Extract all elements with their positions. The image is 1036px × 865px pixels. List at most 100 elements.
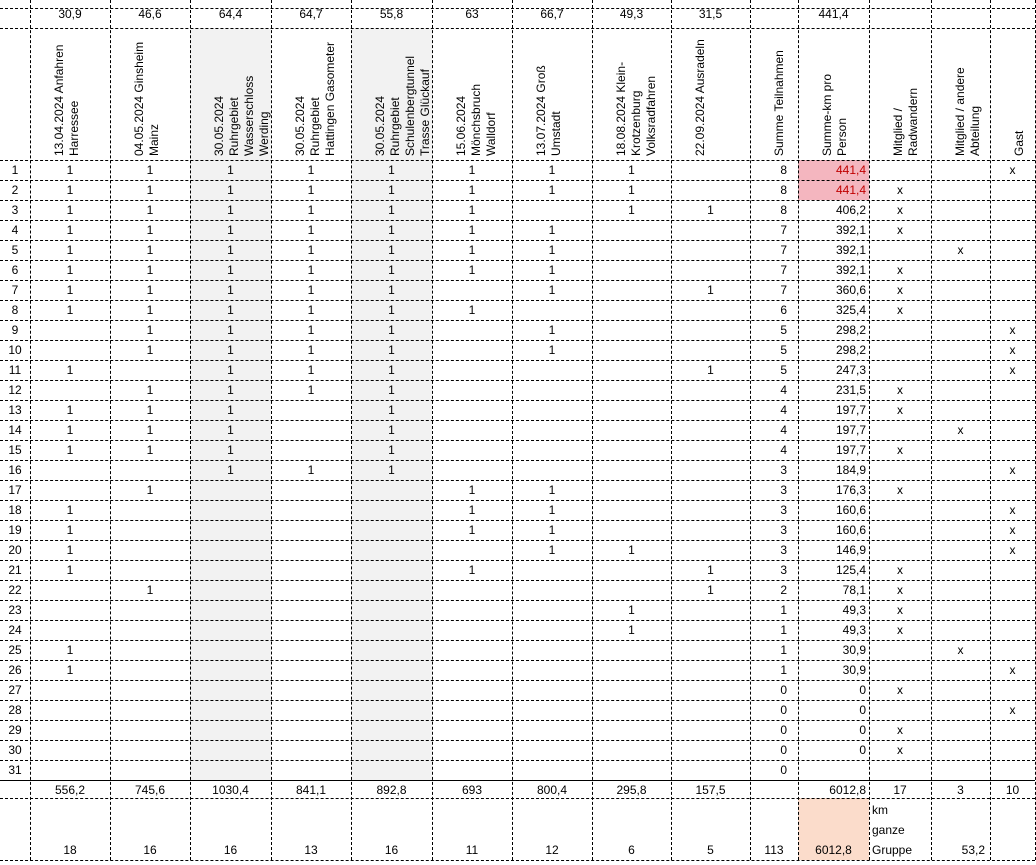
participation-cell[interactable]: 1 bbox=[351, 400, 432, 420]
km-per-person-cell[interactable]: 392,1 bbox=[798, 220, 866, 240]
member-cell[interactable]: x bbox=[869, 220, 931, 240]
participation-cell[interactable]: 1 bbox=[671, 580, 750, 600]
participation-cell[interactable]: 1 bbox=[110, 220, 190, 240]
participation-cell[interactable]: 1 bbox=[271, 280, 351, 300]
sum-participation-cell[interactable]: 8 bbox=[750, 200, 787, 220]
member-cell[interactable]: x bbox=[869, 480, 931, 500]
participation-cell[interactable]: 1 bbox=[432, 260, 512, 280]
km-per-person-cell[interactable]: 146,9 bbox=[798, 540, 866, 560]
member-cell[interactable]: x bbox=[869, 180, 931, 200]
participation-cell[interactable]: 1 bbox=[190, 320, 271, 340]
km-per-person-cell[interactable]: 247,3 bbox=[798, 360, 866, 380]
member-cell[interactable]: x bbox=[869, 580, 931, 600]
participation-cell[interactable]: 1 bbox=[271, 160, 351, 180]
participation-cell[interactable]: 1 bbox=[30, 560, 110, 580]
participation-cell[interactable]: 1 bbox=[271, 200, 351, 220]
participant-count-cell[interactable]: 16 bbox=[190, 840, 271, 860]
participation-cell[interactable]: 1 bbox=[271, 360, 351, 380]
member-cell[interactable]: x bbox=[869, 380, 931, 400]
sum-participation-cell[interactable]: 0 bbox=[750, 720, 787, 740]
participation-cell[interactable]: 1 bbox=[271, 300, 351, 320]
km-per-person-cell[interactable]: 360,6 bbox=[798, 280, 866, 300]
total-km-cell[interactable]: 157,5 bbox=[671, 780, 750, 800]
sum-participation-cell[interactable]: 5 bbox=[750, 360, 787, 380]
total-km-cell[interactable]: 892,8 bbox=[351, 780, 432, 800]
participant-count-cell[interactable]: 16 bbox=[110, 840, 190, 860]
member-cell[interactable]: x bbox=[869, 280, 931, 300]
participation-cell[interactable]: 1 bbox=[190, 260, 271, 280]
participation-cell[interactable]: 1 bbox=[671, 200, 750, 220]
participation-cell[interactable]: 1 bbox=[190, 420, 271, 440]
guest-cell[interactable]: x bbox=[990, 340, 1035, 360]
total-km-cell[interactable]: 841,1 bbox=[271, 780, 351, 800]
participation-cell[interactable]: 1 bbox=[30, 160, 110, 180]
guest-cell[interactable]: x bbox=[990, 320, 1035, 340]
sum-participation-cell[interactable]: 8 bbox=[750, 160, 787, 180]
participation-cell[interactable]: 1 bbox=[351, 180, 432, 200]
km-per-person-cell[interactable]: 197,7 bbox=[798, 400, 866, 420]
participation-cell[interactable]: 1 bbox=[512, 220, 592, 240]
participation-cell[interactable]: 1 bbox=[271, 380, 351, 400]
guest-cell[interactable]: x bbox=[990, 520, 1035, 540]
guest-cell[interactable]: x bbox=[990, 700, 1035, 720]
participation-cell[interactable]: 1 bbox=[512, 520, 592, 540]
participation-cell[interactable]: 1 bbox=[30, 640, 110, 660]
sum-participation-cell[interactable]: 0 bbox=[750, 680, 787, 700]
participation-cell[interactable]: 1 bbox=[30, 500, 110, 520]
participation-cell[interactable]: 1 bbox=[271, 260, 351, 280]
participation-cell[interactable]: 1 bbox=[110, 400, 190, 420]
participation-cell[interactable]: 1 bbox=[351, 420, 432, 440]
sum-participation-cell[interactable]: 5 bbox=[750, 340, 787, 360]
participation-cell[interactable]: 1 bbox=[110, 300, 190, 320]
km-per-person-cell[interactable]: 392,1 bbox=[798, 240, 866, 260]
participant-count-cell[interactable]: 18 bbox=[30, 840, 110, 860]
guest-cell[interactable]: x bbox=[990, 660, 1035, 680]
participation-cell[interactable]: 1 bbox=[110, 200, 190, 220]
member-cell[interactable]: x bbox=[869, 200, 931, 220]
participation-cell[interactable]: 1 bbox=[271, 320, 351, 340]
sum-participation-cell[interactable]: 3 bbox=[750, 560, 787, 580]
participation-cell[interactable]: 1 bbox=[512, 480, 592, 500]
participation-cell[interactable]: 1 bbox=[512, 240, 592, 260]
guest-cell[interactable]: x bbox=[990, 360, 1035, 380]
total-km-cell[interactable]: 6012,8 bbox=[798, 780, 866, 800]
participation-cell[interactable]: 1 bbox=[671, 360, 750, 380]
km-per-person-cell[interactable]: 298,2 bbox=[798, 320, 866, 340]
km-per-person-cell[interactable]: 160,6 bbox=[798, 520, 866, 540]
participation-cell[interactable]: 1 bbox=[30, 240, 110, 260]
sum-participation-cell[interactable]: 3 bbox=[750, 480, 787, 500]
average-km-cell[interactable]: 53,2 bbox=[931, 840, 985, 860]
participation-cell[interactable]: 1 bbox=[30, 200, 110, 220]
sum-participation-cell[interactable]: 7 bbox=[750, 220, 787, 240]
other-department-cell[interactable]: x bbox=[931, 640, 990, 660]
km-per-person-cell[interactable]: 49,3 bbox=[798, 620, 866, 640]
participation-cell[interactable]: 1 bbox=[30, 360, 110, 380]
participation-cell[interactable]: 1 bbox=[351, 380, 432, 400]
participation-cell[interactable]: 1 bbox=[671, 280, 750, 300]
participation-cell[interactable]: 1 bbox=[30, 540, 110, 560]
sum-participation-cell[interactable]: 7 bbox=[750, 260, 787, 280]
participation-cell[interactable]: 1 bbox=[30, 280, 110, 300]
participation-cell[interactable]: 1 bbox=[110, 480, 190, 500]
participation-cell[interactable]: 1 bbox=[351, 220, 432, 240]
participant-count-cell[interactable]: 6 bbox=[592, 840, 671, 860]
sum-participation-cell[interactable]: 0 bbox=[750, 700, 787, 720]
guest-cell[interactable]: x bbox=[990, 160, 1035, 180]
participant-count-cell[interactable]: 16 bbox=[351, 840, 432, 860]
km-per-person-cell[interactable]: 325,4 bbox=[798, 300, 866, 320]
km-per-person-cell[interactable]: 231,5 bbox=[798, 380, 866, 400]
total-km-cell[interactable]: 745,6 bbox=[110, 780, 190, 800]
sum-participation-cell[interactable]: 2 bbox=[750, 580, 787, 600]
km-per-person-cell[interactable]: 0 bbox=[798, 740, 866, 760]
participant-count-cell[interactable]: 12 bbox=[512, 840, 592, 860]
participation-cell[interactable]: 1 bbox=[30, 220, 110, 240]
guest-cell[interactable]: x bbox=[990, 460, 1035, 480]
km-per-person-cell[interactable]: 441,4 bbox=[798, 160, 866, 180]
sum-participation-cell[interactable]: 1 bbox=[750, 640, 787, 660]
sum-participation-cell[interactable]: 1 bbox=[750, 660, 787, 680]
participation-cell[interactable]: 1 bbox=[110, 340, 190, 360]
participation-cell[interactable]: 1 bbox=[512, 540, 592, 560]
total-km-cell[interactable]: 3 bbox=[931, 780, 990, 800]
sum-participation-cell[interactable]: 3 bbox=[750, 500, 787, 520]
participation-cell[interactable]: 1 bbox=[110, 440, 190, 460]
